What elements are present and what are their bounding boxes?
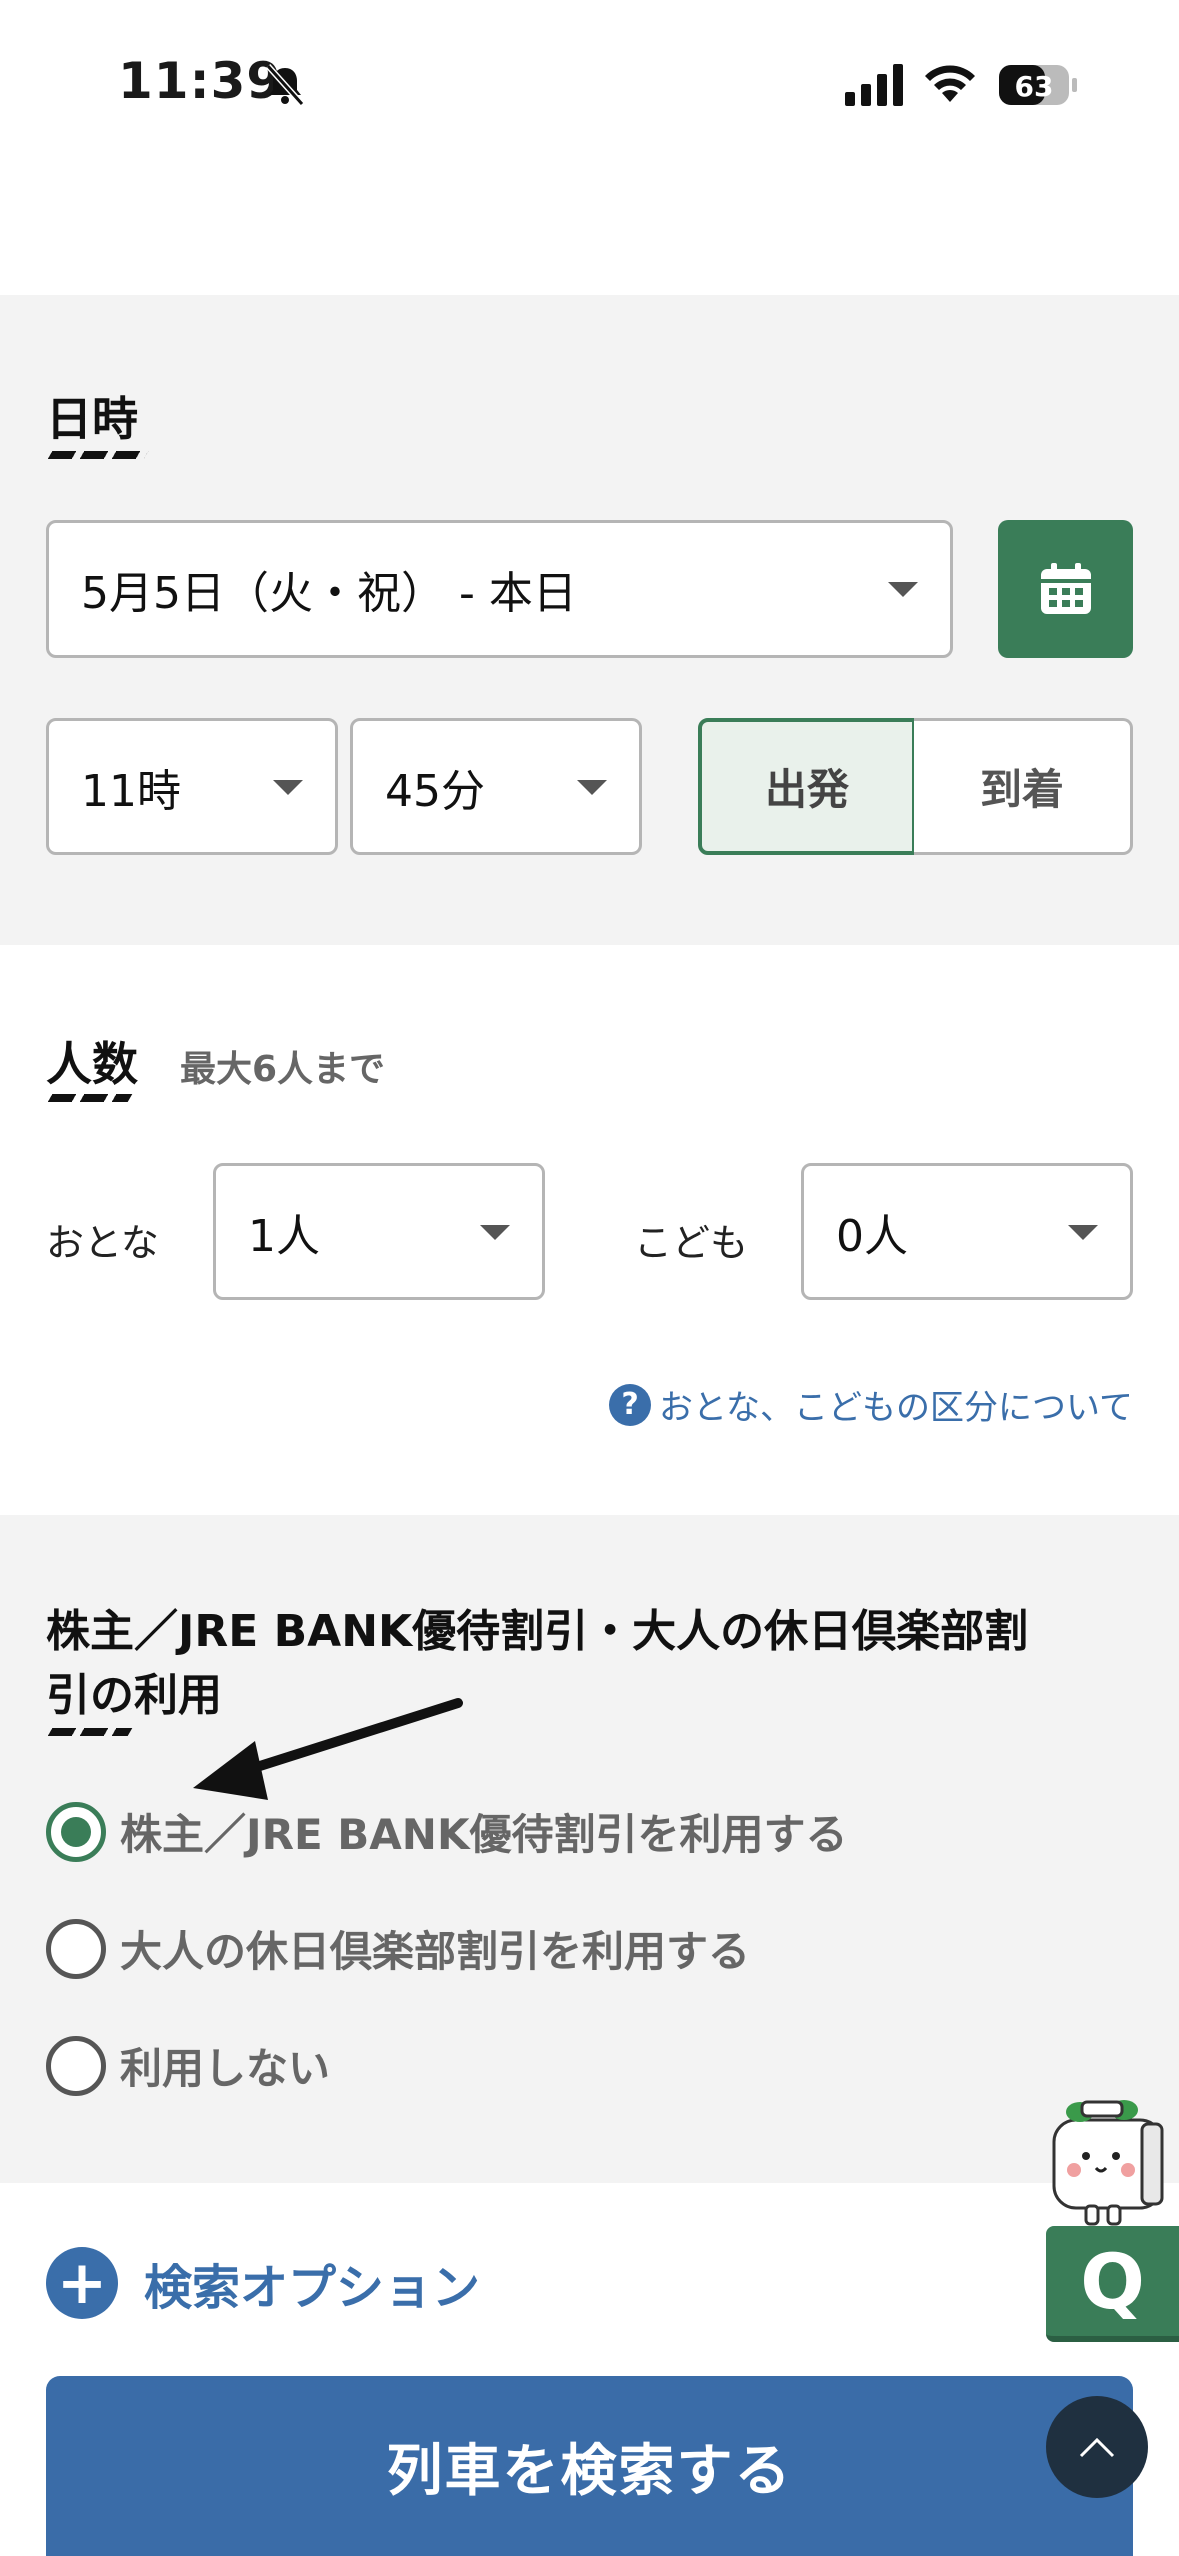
question-icon: ?: [609, 1383, 652, 1426]
calendar-icon: [1040, 563, 1091, 614]
search-options-toggle[interactable]: + 検索オプション: [46, 2247, 480, 2319]
radio-selected-icon[interactable]: [46, 1801, 106, 1862]
people-max-note: 最大6人まで: [180, 1049, 386, 1090]
calendar-button[interactable]: [998, 520, 1133, 658]
discount-heading-line1: 株主／JRE BANK優待割引・大人の休日倶楽部割: [46, 1606, 1029, 1657]
radio-unselected-icon[interactable]: [46, 2035, 106, 2096]
age-category-help-link[interactable]: ? おとな、こどもの区分について: [609, 1380, 1133, 1429]
discount-option-label: 利用しない: [120, 2044, 331, 2093]
departure-toggle[interactable]: 出発: [698, 718, 916, 855]
discount-option-label: 株主／JRE BANK優待割引を利用する: [120, 1810, 848, 1859]
child-count-select[interactable]: 0人: [801, 1163, 1133, 1300]
mascot-character-icon[interactable]: [1046, 2098, 1174, 2228]
discount-option-otona-kyujitsu[interactable]: 大人の休日倶楽部割引を利用する: [46, 1918, 750, 1979]
search-trains-button[interactable]: 列車を検索する: [46, 2376, 1133, 2556]
adult-label: おとな: [46, 1221, 159, 1265]
chevron-down-icon: [480, 1224, 510, 1240]
child-count-value: 0人: [836, 1210, 908, 1262]
discount-option-none[interactable]: 利用しない: [46, 2035, 330, 2096]
child-label: こども: [634, 1221, 749, 1265]
scroll-to-top-button[interactable]: [1046, 2396, 1148, 2498]
heading-underline: [47, 1094, 133, 1102]
people-heading: 人数: [46, 1037, 138, 1091]
bell-muted-icon: [265, 63, 305, 107]
date-select[interactable]: 5月5日（火・祝） - 本日: [46, 520, 953, 658]
cellular-signal-icon: [845, 64, 903, 106]
search-options-label: 検索オプション: [144, 2260, 481, 2316]
discount-heading: 株主／JRE BANK優待割引・大人の休日倶楽部割 引の利用: [46, 1600, 1028, 1728]
chevron-down-icon: [577, 779, 607, 795]
minute-select[interactable]: 45分: [350, 718, 642, 855]
help-link-text: おとな、こどもの区分について: [659, 1388, 1133, 1428]
plus-circle-icon: +: [46, 2247, 118, 2319]
status-time: 11:39: [118, 52, 283, 110]
radio-unselected-icon[interactable]: [46, 1918, 106, 1979]
battery-level: 63: [1015, 70, 1054, 103]
chevron-up-icon: [1079, 2437, 1115, 2458]
datetime-heading: 日時: [46, 392, 138, 446]
discount-heading-line2: 引の利用: [46, 1670, 222, 1721]
adult-count-value: 1人: [248, 1210, 320, 1262]
date-value: 5月5日（火・祝） - 本日: [81, 568, 577, 619]
heading-underline: [47, 1728, 133, 1736]
status-bar: 11:39 63: [0, 0, 1179, 170]
arrival-toggle[interactable]: 到着: [914, 718, 1133, 855]
chevron-down-icon: [1068, 1224, 1098, 1240]
discount-option-label: 大人の休日倶楽部割引を利用する: [120, 1927, 751, 1976]
chevron-down-icon: [273, 779, 303, 795]
adult-count-select[interactable]: 1人: [213, 1163, 545, 1300]
wifi-icon: [925, 65, 975, 102]
battery-icon: 63: [999, 65, 1077, 105]
faq-q-button[interactable]: Q: [1046, 2226, 1179, 2342]
hour-value: 11時: [81, 765, 181, 817]
minute-value: 45分: [385, 765, 485, 817]
chevron-down-icon: [888, 582, 918, 597]
heading-underline: [47, 451, 149, 459]
hour-select[interactable]: 11時: [46, 718, 338, 855]
discount-option-shareholder[interactable]: 株主／JRE BANK優待割引を利用する: [46, 1801, 848, 1862]
